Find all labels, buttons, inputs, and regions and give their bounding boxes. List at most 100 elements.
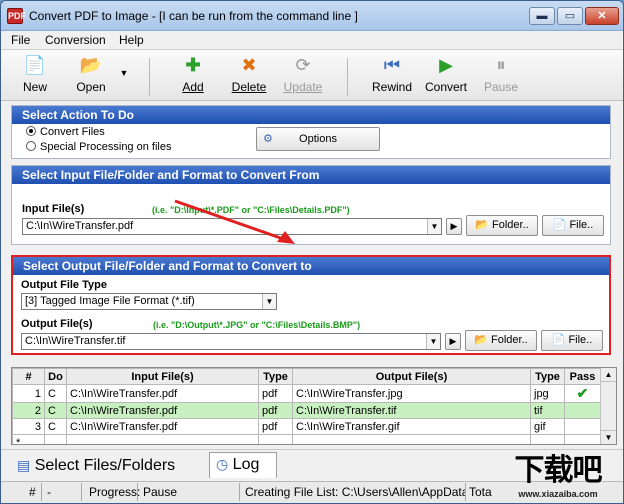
- output-file-label: File..: [568, 334, 593, 346]
- special-processing-label: Special Processing on files: [40, 141, 172, 153]
- output-folder-label: Folder..: [491, 334, 528, 346]
- rewind-button[interactable]: ⏮ Rewind: [369, 54, 415, 94]
- status-creating-list: Creating File List: C:\Users\Allen\AppDa…: [245, 485, 465, 499]
- pass-check-icon: ✔: [564, 384, 601, 403]
- col-header-input-type[interactable]: Type: [258, 368, 293, 385]
- toolbar-separator: [149, 58, 150, 96]
- status-divider: [81, 483, 82, 501]
- radio-selected-icon: [26, 126, 36, 136]
- table-row[interactable]: 2 C C:\In\WireTransfer.pdf pdf C:\In\Wir…: [12, 402, 601, 419]
- play-icon: ▶: [439, 55, 453, 75]
- col-header-output-type[interactable]: Type: [530, 368, 565, 385]
- folder-icon: 📂: [474, 334, 488, 346]
- maximize-button[interactable]: ▭: [557, 7, 583, 25]
- add-button[interactable]: ✚ Add: [173, 54, 213, 94]
- row-output-file: C:\In\WireTransfer.gif: [292, 418, 531, 435]
- row-input-file: C:\In\WireTransfer.pdf: [66, 418, 259, 435]
- dropdown-arrow-icon[interactable]: ▼: [262, 294, 276, 309]
- open-dropdown-chevron-icon[interactable]: ▼: [117, 68, 131, 78]
- window-title: Convert PDF to Image - [I can be run fro…: [29, 9, 358, 23]
- row-pass: [564, 434, 601, 444]
- input-play-arrow-icon[interactable]: ▶: [446, 218, 462, 235]
- status-dash: -: [47, 485, 51, 499]
- title-bar: PDF Convert PDF to Image - [I can be run…: [1, 1, 623, 31]
- row-input-type: pdf: [258, 418, 293, 435]
- scroll-down-icon[interactable]: ▼: [601, 430, 616, 444]
- new-file-icon: 📄: [23, 55, 47, 75]
- file-icon: 📄: [551, 334, 566, 346]
- file-list-table: # Do Input File(s) Type Output File(s) T…: [11, 367, 617, 445]
- table-row[interactable]: 1 C C:\In\WireTransfer.pdf pdf C:\In\Wir…: [12, 384, 601, 403]
- input-file-label: File..: [569, 219, 594, 231]
- table-scrollbar[interactable]: ▲ ▼: [600, 368, 616, 444]
- convert-button[interactable]: ▶ Convert: [423, 54, 469, 94]
- dropdown-arrow-icon[interactable]: ▼: [426, 334, 440, 349]
- status-progress-label: Progress:: [89, 485, 141, 499]
- col-header-pass[interactable]: Pass: [564, 368, 601, 385]
- status-hash: #: [29, 485, 36, 499]
- status-total: Tota: [469, 485, 492, 499]
- input-header: Select Input File/Folder and Format to C…: [12, 166, 610, 184]
- output-type-select[interactable]: [3] Tagged Image File Format (*.tif) ▼: [21, 293, 277, 310]
- annotation-arrow-icon: [174, 199, 295, 244]
- row-number: 3: [12, 418, 45, 435]
- row-input-type: [258, 434, 293, 444]
- row-output-file: C:\In\WireTransfer.tif: [292, 402, 531, 419]
- table-row[interactable]: *: [12, 434, 601, 444]
- row-output-type: jpg: [530, 384, 565, 403]
- col-header-do[interactable]: Do: [44, 368, 67, 385]
- tab-log[interactable]: ◷ Log: [209, 452, 277, 478]
- scroll-up-icon[interactable]: ▲: [601, 368, 616, 382]
- output-files-field[interactable]: C:\In\WireTransfer.tif ▼: [21, 333, 441, 350]
- row-output-type: [530, 434, 565, 444]
- delete-button[interactable]: ✖ Delete: [229, 54, 269, 94]
- row-input-file: C:\In\WireTransfer.pdf: [66, 402, 259, 419]
- row-input-type: pdf: [258, 384, 293, 403]
- output-panel: Select Output File/Folder and Format to …: [11, 255, 611, 355]
- input-files-value: C:\In\WireTransfer.pdf: [26, 220, 134, 232]
- files-tab-icon: ▤: [17, 457, 31, 473]
- input-file-button[interactable]: 📄 File..: [542, 215, 604, 236]
- row-pass: [564, 402, 601, 419]
- col-header-input-files[interactable]: Input File(s): [66, 368, 259, 385]
- clock-icon: ◷: [216, 456, 229, 472]
- file-icon: 📄: [552, 219, 567, 231]
- pause-button[interactable]: ⏸ Pause: [481, 54, 521, 94]
- menu-help[interactable]: Help: [119, 33, 144, 47]
- output-file-button[interactable]: 📄 File..: [541, 330, 603, 351]
- folder-icon: 📂: [475, 219, 489, 231]
- options-icon: ⚙: [263, 133, 273, 145]
- menu-file[interactable]: File: [11, 33, 30, 47]
- minimize-button[interactable]: ▬: [529, 7, 555, 25]
- convert-files-label: Convert Files: [40, 126, 105, 138]
- output-folder-button[interactable]: 📂 Folder..: [465, 330, 537, 351]
- tab-select-files[interactable]: ▤ Select Files/Folders: [17, 457, 175, 475]
- col-header-number[interactable]: #: [12, 368, 45, 385]
- delete-x-icon: ✖: [241, 55, 257, 75]
- col-header-output-files[interactable]: Output File(s): [292, 368, 531, 385]
- dropdown-arrow-icon[interactable]: ▼: [427, 219, 441, 234]
- open-button[interactable]: 📂 Open: [71, 54, 111, 94]
- options-button[interactable]: ⚙ Options: [256, 127, 380, 151]
- app-window: PDF Convert PDF to Image - [I can be run…: [0, 0, 624, 504]
- menu-conversion[interactable]: Conversion: [45, 33, 106, 47]
- new-button[interactable]: 📄 New: [17, 54, 53, 94]
- table-row[interactable]: 3 C C:\In\WireTransfer.pdf pdf C:\In\Wir…: [12, 418, 601, 435]
- close-button[interactable]: ✕: [585, 7, 619, 25]
- watermark-logo: 下载吧 www.xiazaiba.com: [495, 453, 621, 501]
- output-play-arrow-icon[interactable]: ▶: [445, 333, 461, 350]
- output-hint: (i.e. "D:\Output\*.JPG" or "C:\Files\Det…: [153, 320, 361, 330]
- output-type-value: [3] Tagged Image File Format (*.tif): [25, 295, 195, 307]
- row-pass: [564, 418, 601, 435]
- update-button[interactable]: ⟳ Update: [281, 54, 325, 94]
- convert-files-radio[interactable]: Convert Files: [26, 126, 105, 138]
- status-divider: [239, 483, 240, 501]
- open-folder-icon: 📂: [79, 55, 103, 75]
- row-number: *: [12, 434, 45, 444]
- row-do: C: [44, 402, 67, 419]
- input-folder-button[interactable]: 📂 Folder..: [466, 215, 538, 236]
- special-processing-radio[interactable]: Special Processing on files: [26, 141, 171, 153]
- add-plus-icon: ✚: [185, 55, 201, 75]
- tab-log-label: Log: [232, 456, 260, 473]
- update-refresh-icon: ⟳: [295, 55, 311, 75]
